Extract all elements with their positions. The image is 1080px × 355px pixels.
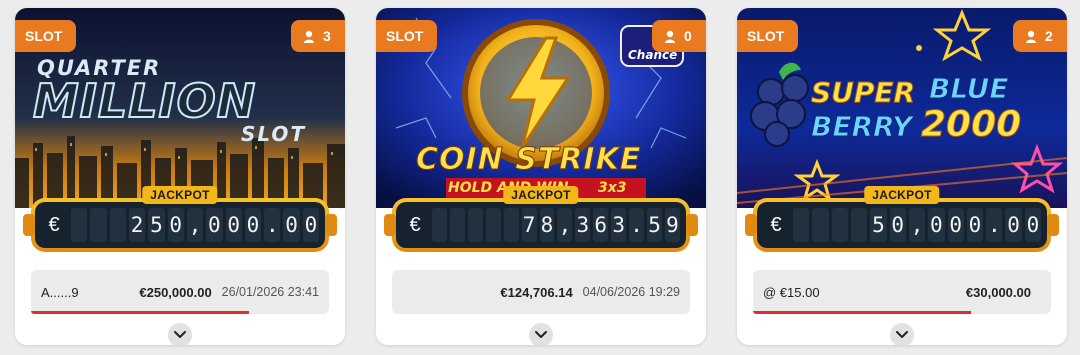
jackpot-digit: 0 <box>167 208 184 242</box>
jackpot-digit: 0 <box>1005 208 1022 242</box>
jackpot-currency: € <box>409 213 421 236</box>
jackpot-digit <box>449 208 465 242</box>
player-count: 2 <box>1045 28 1053 44</box>
win-amount: €124,706.14 <box>500 284 573 300</box>
category-badge: SLOT <box>15 20 77 52</box>
jackpot-digit: 3 <box>611 208 627 242</box>
title-line-1: COIN STRIKE <box>415 142 642 178</box>
win-date: 04/06/2026 19:29 <box>582 285 680 299</box>
latest-win-row: €124,706.14 04/06/2026 19:29 <box>392 270 690 314</box>
jackpot-digit: , <box>186 208 204 242</box>
jackpot-counter: € 250,000.00 <box>23 198 337 252</box>
jackpot-digit: 0 <box>206 208 223 242</box>
jackpot-digit: 8 <box>539 208 555 242</box>
jackpot-digit <box>467 208 483 242</box>
jackpot-counter: € 78,363.59 <box>384 198 698 252</box>
game-card-coin-strike[interactable]: COIN STRIKE HOLD AND WIN 3x3 Chance SLOT… <box>376 8 706 345</box>
jackpot-digit <box>503 208 519 242</box>
player-count: 0 <box>684 28 692 44</box>
jackpot-label: JACKPOT <box>503 186 579 204</box>
jackpot-digit: , <box>908 208 926 242</box>
title-line-3: SLOT <box>241 122 307 146</box>
winner-name: A......9 <box>41 284 79 300</box>
category-badge: SLOT <box>737 20 799 52</box>
chevron-down-icon <box>535 331 547 338</box>
person-icon <box>665 30 675 43</box>
jackpot-digit: 6 <box>593 208 609 242</box>
jackpot-digits: 50,000.00 <box>793 208 1042 242</box>
jackpot-digit: 2 <box>128 208 146 242</box>
player-count: 3 <box>323 28 331 44</box>
jackpot-counter: € 50,000.00 <box>745 198 1059 252</box>
jackpot-digit: 0 <box>283 208 300 242</box>
win-amount: €250,000.00 <box>139 284 212 300</box>
latest-win-row: @ €15.00 €30,000.00 <box>753 270 1051 314</box>
win-date: 26/01/2026 23:41 <box>221 285 319 299</box>
jackpot-digit: 5 <box>148 208 165 242</box>
player-count-badge: 2 <box>1013 20 1067 52</box>
jackpot-digit: . <box>986 208 1003 242</box>
expand-button[interactable] <box>890 323 914 345</box>
jackpot-digits: 78,363.59 <box>432 208 680 242</box>
chevron-down-icon <box>896 331 908 338</box>
jackpot-digit: 0 <box>302 208 320 242</box>
title-line-2: BLUE <box>929 72 1010 106</box>
jackpot-digit: 0 <box>966 208 984 242</box>
title-line-3: BERRY <box>810 110 913 144</box>
jackpot-digit: 7 <box>521 208 537 242</box>
game-card-super-blue-berry[interactable]: SUPER BLUE BERRY 2000 SLOT 2 JACKPOT € 5… <box>737 8 1067 345</box>
jackpot-label: JACKPOT <box>864 186 940 204</box>
jackpot-digit <box>793 208 810 242</box>
jackpot-currency: € <box>48 213 60 236</box>
jackpot-digits: 250,000.00 <box>71 208 320 242</box>
title-line-2: MILLION <box>32 73 257 129</box>
jackpot-label: JACKPOT <box>142 186 218 204</box>
latest-win-row: A......9 €250,000.00 26/01/2026 23:41 <box>31 270 329 314</box>
player-count-badge: 0 <box>652 20 706 52</box>
expand-button[interactable] <box>529 323 553 345</box>
expand-button[interactable] <box>168 323 192 345</box>
jackpot-digit: 0 <box>889 208 906 242</box>
jackpot-digit: . <box>264 208 281 242</box>
jackpot-digit: 0 <box>928 208 945 242</box>
jackpot-digit <box>90 208 107 242</box>
win-progress-bar <box>753 311 971 314</box>
jackpot-digit <box>850 208 868 242</box>
jackpot-digit <box>812 208 829 242</box>
title-line-4: 2000 <box>920 104 1022 146</box>
jackpot-digit <box>485 208 501 242</box>
person-icon <box>1026 30 1036 43</box>
jackpot-digit: 0 <box>947 208 964 242</box>
jackpot-digit: 0 <box>1024 208 1042 242</box>
win-amount: €30,000.00 <box>965 284 1031 300</box>
player-count-badge: 3 <box>291 20 345 52</box>
jackpot-digit: 5 <box>647 208 662 242</box>
jackpot-digit: 5 <box>870 208 887 242</box>
jackpot-digit: . <box>629 208 645 242</box>
category-badge: SLOT <box>376 20 438 52</box>
win-progress-bar <box>31 311 249 314</box>
winner-name: @ €15.00 <box>763 284 820 300</box>
jackpot-digit: 0 <box>225 208 242 242</box>
title-line-3: 3x3 <box>598 180 627 196</box>
jackpot-currency: € <box>770 213 782 236</box>
person-icon <box>304 30 314 43</box>
chevron-down-icon <box>174 331 186 338</box>
jackpot-digit: , <box>557 208 573 242</box>
title-line-1: SUPER <box>810 76 916 110</box>
jackpot-digit: 0 <box>244 208 262 242</box>
jackpot-digit <box>831 208 848 242</box>
jackpot-digit <box>432 208 447 242</box>
jackpot-digit: 9 <box>664 208 680 242</box>
game-card-quarter-million[interactable]: QUARTER MILLION SLOT SLOT 3 JACKPOT € 25… <box>15 8 345 345</box>
jackpot-digit <box>71 208 88 242</box>
jackpot-digit <box>109 208 126 242</box>
jackpot-digit: 3 <box>575 208 591 242</box>
